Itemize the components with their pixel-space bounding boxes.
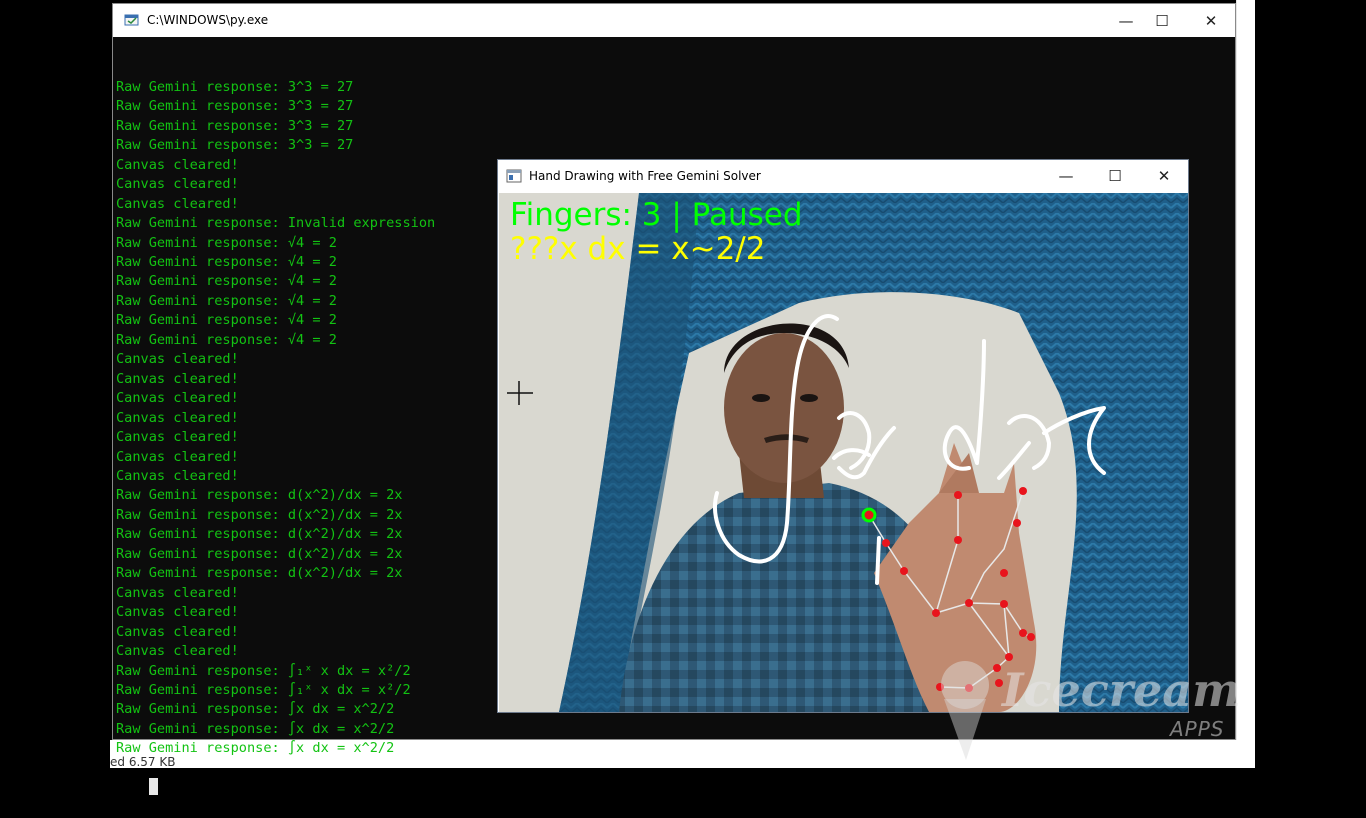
- hand-drawing-window[interactable]: Hand Drawing with Free Gemini Solver — ☐…: [497, 159, 1189, 713]
- console-line: Raw Gemini response: 3^3 = 27: [116, 78, 354, 95]
- maximize-icon[interactable]: ☐: [1091, 160, 1139, 192]
- minimize-icon[interactable]: —: [1042, 160, 1090, 192]
- maximize-icon[interactable]: ☐: [1139, 4, 1185, 37]
- console-line: Raw Gemini response: 3^3 = 27: [116, 117, 354, 134]
- cv-window-title: Hand Drawing with Free Gemini Solver: [529, 169, 761, 183]
- webcam-frame[interactable]: Fingers: 3 | Paused ???x dx = x~2/2: [499, 193, 1188, 712]
- icecream-apps-watermark: Icecream APPS: [930, 655, 1250, 765]
- background-app-window: [1236, 0, 1255, 768]
- console-cursor: [148, 778, 158, 796]
- webcam-scene: [499, 193, 1188, 712]
- solver-result-text: ???x dx = x~2/2: [510, 231, 766, 267]
- icecream-cone-icon: [941, 661, 989, 760]
- close-icon[interactable]: ✕: [1140, 160, 1188, 192]
- cv-window-titlebar[interactable]: Hand Drawing with Free Gemini Solver — ☐…: [498, 160, 1188, 192]
- index-fingertip-point: [861, 507, 877, 523]
- watermark-brand: Icecream: [1002, 663, 1241, 717]
- close-icon[interactable]: ✕: [1188, 4, 1234, 37]
- console-line: Raw Gemini response: 3^3 = 27: [116, 137, 354, 154]
- console-line: Raw Gemini response: 3^3 = 27: [116, 98, 354, 115]
- console-title: C:\WINDOWS\py.exe: [147, 13, 269, 27]
- console-app-icon: [124, 14, 139, 26]
- watermark-sub: APPS: [1170, 717, 1225, 741]
- fingers-status-text: Fingers: 3 | Paused: [510, 197, 803, 233]
- console-titlebar[interactable]: C:\WINDOWS\py.exe — ☐ ✕: [113, 4, 1235, 37]
- opencv-window-icon: [506, 169, 522, 183]
